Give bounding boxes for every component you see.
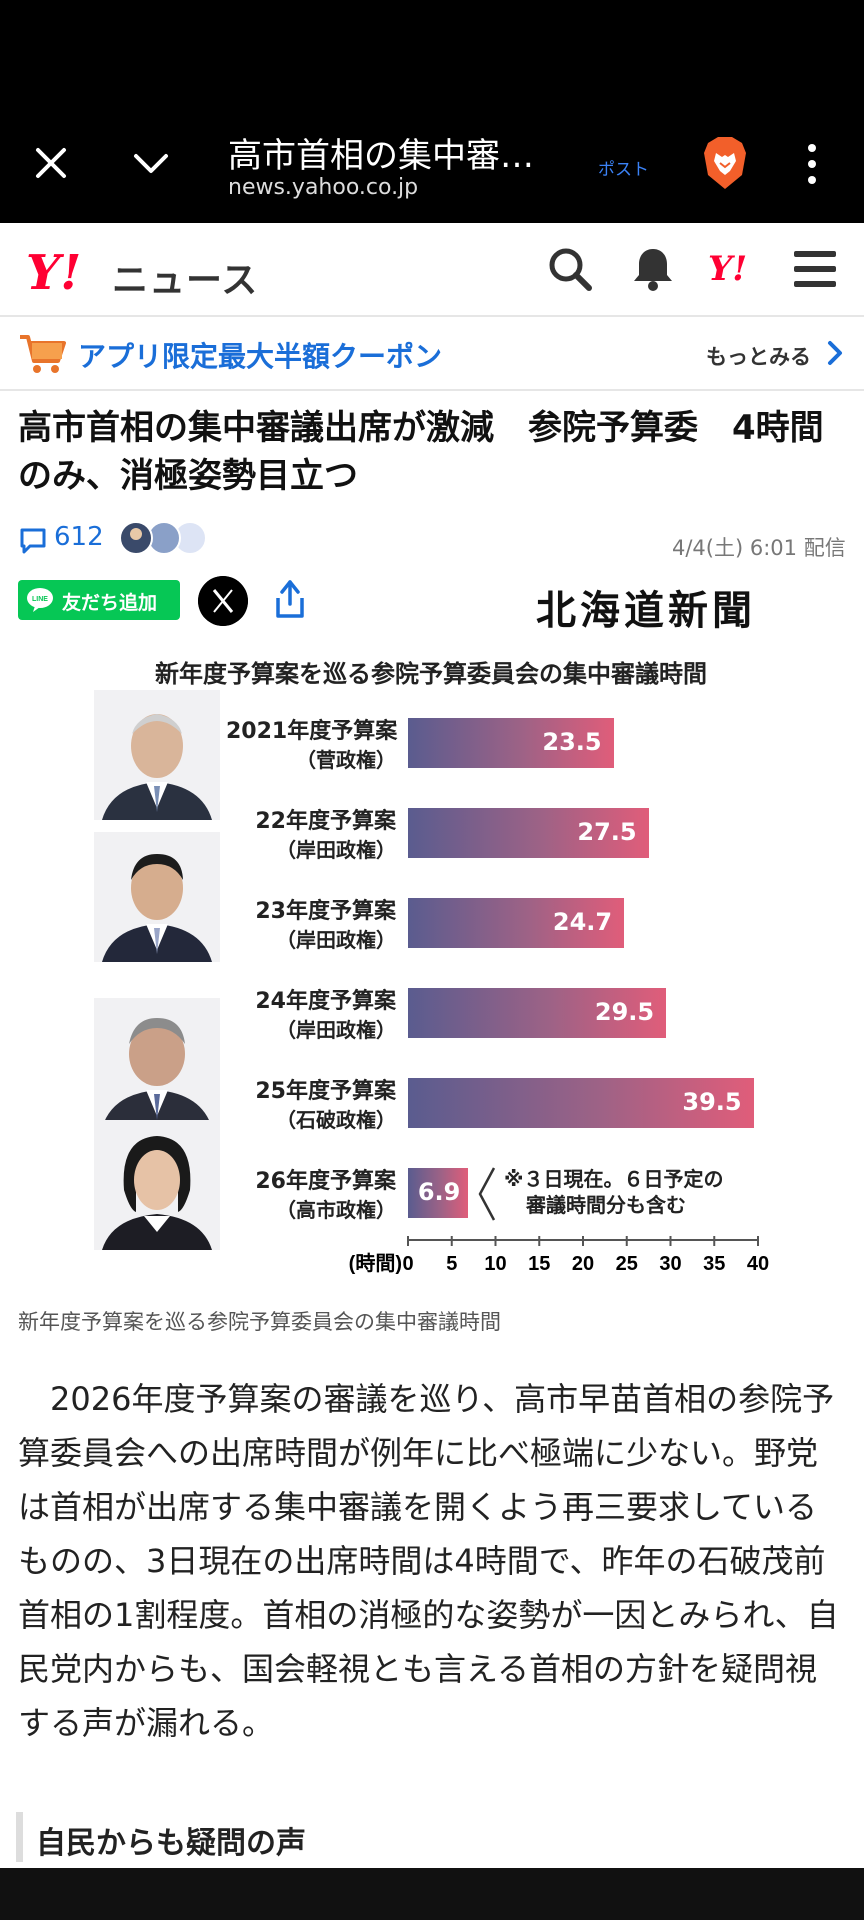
article-headline: 高市首相の集中審議出席が激減 参院予算委 4時間のみ、消極姿勢目立つ <box>18 408 824 496</box>
x-tick-label: 0 <box>402 1253 413 1275</box>
line-button-label: 友だち追加 <box>62 592 158 614</box>
bar-value-label: 27.5 <box>577 818 637 846</box>
annotation-line: ※３日現在。６日予定の <box>504 1167 724 1191</box>
x-tick-label: 25 <box>616 1253 638 1275</box>
category-sublabel: （岸田政権） <box>276 928 396 952</box>
coupon-link[interactable]: アプリ限定最大半額クーポン <box>78 335 442 375</box>
comment-icon[interactable] <box>18 526 48 556</box>
coupon-banner[interactable]: アプリ限定最大半額クーポン もっとみる <box>0 317 864 391</box>
x-tick-label: 30 <box>659 1253 681 1275</box>
bell-icon[interactable] <box>630 245 676 293</box>
comment-count[interactable]: 612 <box>54 522 104 552</box>
bottom-navigation-bar <box>0 1868 864 1920</box>
annotation-line: 審議時間分も含む <box>526 1193 686 1217</box>
bar-value-label: 6.9 <box>417 1178 461 1206</box>
x-tick-label: 20 <box>572 1253 594 1275</box>
bar-value-label: 24.7 <box>552 908 613 936</box>
yahoo-logo[interactable]: Y! <box>26 245 81 301</box>
x-axis-unit-label: (時間) <box>349 1251 402 1275</box>
bar-value-label: 23.5 <box>542 728 602 756</box>
chart-infographic[interactable]: 新年度予算案を巡る参院予算委員会の集中審議時間 2021年度予算案 （菅政権） 2… <box>90 646 780 1286</box>
x-tick-label: 40 <box>747 1253 769 1275</box>
category-sublabel: （高市政権） <box>276 1198 396 1222</box>
category-label: 23年度予算案 <box>255 899 396 924</box>
bar-value-label: 29.5 <box>594 998 655 1026</box>
more-options-icon[interactable] <box>802 142 822 186</box>
chart-title: 新年度予算案を巡る参院予算委員会の集中審議時間 <box>155 660 707 688</box>
tab-url[interactable]: news.yahoo.co.jp <box>228 175 418 200</box>
article-body: 2026年度予算案の審議を巡り、高市早苗首相の参院予算委員会への出席時間が例年に… <box>18 1380 839 1742</box>
bar-value-label: 39.5 <box>682 1088 742 1116</box>
shopping-cart-icon <box>20 335 66 373</box>
yahoo-home-icon[interactable]: Y! <box>708 249 747 289</box>
category-sublabel: （岸田政権） <box>276 1018 396 1042</box>
browser-top-bar: 高市首相の集中審… news.yahoo.co.jp ポスト <box>0 0 864 223</box>
line-icon: LINE <box>27 588 53 612</box>
image-caption: 新年度予算案を巡る参院予算委員会の集中審議時間 <box>18 1310 501 1334</box>
bar-2022: 27.5 <box>408 808 649 858</box>
publish-date: 4/4(土) 6:01 配信 <box>672 536 846 560</box>
portrait-ishiba <box>94 998 220 1128</box>
portrait-suga <box>94 690 220 820</box>
bar-2023: 24.7 <box>408 898 625 948</box>
bar-2026: 6.9 <box>408 1168 469 1218</box>
site-header: Y! ニュース Y! <box>0 223 864 317</box>
x-tick-label: 35 <box>703 1253 725 1275</box>
category-label: 22年度予算案 <box>255 809 396 834</box>
category-sublabel: （石破政権） <box>276 1108 396 1132</box>
subheading-accent <box>16 1812 23 1862</box>
category-label: 25年度予算案 <box>255 1079 396 1104</box>
search-icon[interactable] <box>546 245 594 293</box>
portrait-takaichi <box>94 1120 220 1250</box>
x-share-icon[interactable] <box>198 576 248 626</box>
publisher-logo[interactable]: 北海道新聞 <box>536 578 756 636</box>
bar-2021: 23.5 <box>408 718 614 768</box>
close-icon[interactable] <box>28 140 74 186</box>
chart-annotation: ※３日現在。６日予定の 審議時間分も含む <box>504 1166 723 1218</box>
commenter-avatars[interactable] <box>112 518 212 558</box>
portrait-kishida <box>94 832 220 962</box>
bar-2025: 39.5 <box>408 1078 754 1128</box>
line-badge-text: LINE <box>32 596 48 603</box>
x-tick-label: 5 <box>446 1253 457 1275</box>
category-label: 24年度予算案 <box>255 989 396 1014</box>
x-axis: (時間) 0 5 10 15 20 25 30 35 40 <box>349 1236 769 1275</box>
post-button[interactable]: ポスト <box>598 155 649 180</box>
tab-title[interactable]: 高市首相の集中審… <box>228 128 534 177</box>
line-add-friend-button[interactable]: LINE 友だち追加 <box>18 580 180 620</box>
category-sublabel: （菅政権） <box>296 748 396 772</box>
brave-lion-icon[interactable] <box>700 135 750 191</box>
bar-2024: 29.5 <box>408 988 667 1038</box>
x-tick-label: 15 <box>528 1253 550 1275</box>
see-more-link[interactable]: もっとみる <box>706 341 811 371</box>
hamburger-menu-icon[interactable] <box>794 249 836 289</box>
category-label: 26年度予算案 <box>255 1169 396 1194</box>
chevron-right-icon[interactable] <box>826 339 844 367</box>
annotation-brace <box>478 1167 496 1221</box>
category-label: 2021年度予算案 <box>226 719 398 744</box>
category-sublabel: （岸田政権） <box>276 838 396 862</box>
chevron-down-icon[interactable] <box>128 140 174 186</box>
x-tick-label: 10 <box>484 1253 506 1275</box>
share-icon[interactable] <box>270 576 310 622</box>
news-section-title[interactable]: ニュース <box>112 251 258 303</box>
article-subheading: 自民からも疑問の声 <box>36 1826 306 1861</box>
